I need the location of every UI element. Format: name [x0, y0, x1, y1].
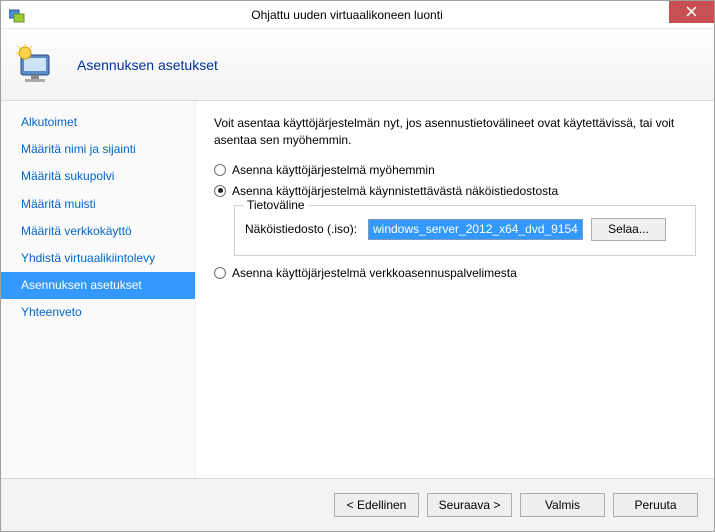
radio-icon: [214, 267, 226, 279]
finish-button[interactable]: Valmis: [520, 493, 605, 517]
option-install-iso[interactable]: Asenna käyttöjärjestelmä käynnistettäväs…: [214, 184, 696, 198]
cancel-button[interactable]: Peruuta: [613, 493, 698, 517]
radio-icon: [214, 185, 226, 197]
close-icon: [686, 6, 697, 17]
close-button[interactable]: [669, 1, 714, 23]
titlebar: Ohjattu uuden virtuaalikoneen luonti: [1, 1, 714, 29]
sidebar-item-network[interactable]: Määritä verkkokäyttö: [1, 218, 195, 245]
main-panel: Voit asentaa käyttöjärjestelmän nyt, jos…: [196, 101, 714, 478]
sidebar-item-name[interactable]: Määritä nimi ja sijainti: [1, 136, 195, 163]
next-button[interactable]: Seuraava >: [427, 493, 512, 517]
option-install-network[interactable]: Asenna käyttöjärjestelmä verkkoasennuspa…: [214, 266, 696, 280]
footer: < Edellinen Seuraava > Valmis Peruuta: [1, 478, 714, 531]
browse-button[interactable]: Selaa...: [591, 218, 666, 241]
sidebar-item-summary[interactable]: Yhteenveto: [1, 299, 195, 326]
wizard-window: Ohjattu uuden virtuaalikoneen luonti Ase…: [0, 0, 715, 532]
option-install-later[interactable]: Asenna käyttöjärjestelmä myöhemmin: [214, 163, 696, 177]
media-fieldset: Tietoväline Näköistiedosto (.iso): Selaa…: [234, 205, 696, 256]
window-title: Ohjattu uuden virtuaalikoneen luonti: [25, 8, 669, 22]
header: Asennuksen asetukset: [1, 29, 714, 101]
app-icon: [9, 7, 25, 23]
body: Alkutoimet Määritä nimi ja sijainti Määr…: [1, 101, 714, 478]
sidebar-item-install[interactable]: Asennuksen asetukset: [1, 272, 195, 299]
page-title: Asennuksen asetukset: [77, 57, 218, 73]
option-label: Asenna käyttöjärjestelmä verkkoasennuspa…: [232, 266, 517, 280]
prev-button[interactable]: < Edellinen: [334, 493, 419, 517]
fieldset-legend: Tietoväline: [243, 198, 309, 212]
sidebar-item-disk[interactable]: Yhdistä virtuaalikiintolevy: [1, 245, 195, 272]
radio-icon: [214, 164, 226, 176]
iso-label: Näköistiedosto (.iso):: [245, 222, 360, 236]
iso-field-row: Näköistiedosto (.iso): Selaa...: [245, 218, 685, 241]
page-description: Voit asentaa käyttöjärjestelmän nyt, jos…: [214, 115, 696, 149]
sidebar-item-memory[interactable]: Määritä muisti: [1, 191, 195, 218]
option-label: Asenna käyttöjärjestelmä myöhemmin: [232, 163, 435, 177]
sidebar-item-begin[interactable]: Alkutoimet: [1, 109, 195, 136]
sidebar-item-generation[interactable]: Määritä sukupolvi: [1, 163, 195, 190]
iso-path-input[interactable]: [368, 219, 583, 240]
wizard-icon: [13, 41, 61, 89]
option-label: Asenna käyttöjärjestelmä käynnistettäväs…: [232, 184, 558, 198]
sidebar: Alkutoimet Määritä nimi ja sijainti Määr…: [1, 101, 196, 478]
